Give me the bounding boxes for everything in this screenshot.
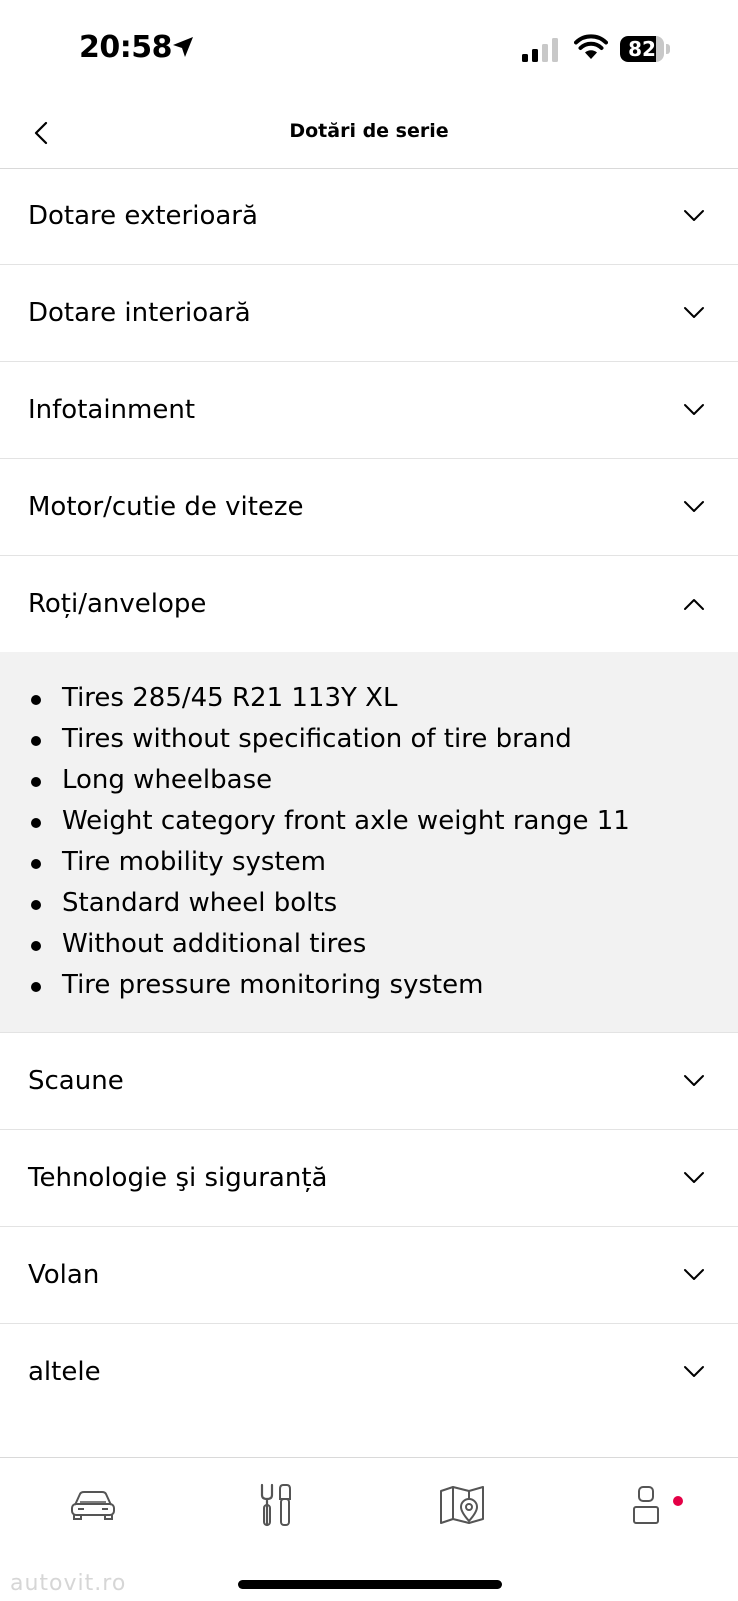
chevron-down-icon [680, 1164, 708, 1192]
home-indicator[interactable] [238, 1580, 502, 1589]
accordion-header-steering[interactable]: Volan [0, 1227, 738, 1323]
list-item: Tire mobility system [0, 842, 738, 883]
battery-indicator: 82 [620, 36, 672, 62]
tab-service[interactable] [246, 1480, 306, 1530]
accordion-label: Volan [28, 1260, 100, 1290]
chevron-down-icon [680, 202, 708, 230]
accordion-item-engine: Motor/cutie de viteze [0, 459, 738, 556]
accordion-label: Dotare exterioară [28, 201, 258, 231]
tools-icon [260, 1483, 291, 1527]
accordion-label: Dotare interioară [28, 298, 251, 328]
accordion-content-wheels: Tires 285/45 R21 113Y XL Tires without s… [0, 652, 738, 1032]
accordion-label: altele [28, 1357, 101, 1387]
status-time: 20:58 [79, 30, 173, 65]
battery-level: 82 [628, 37, 656, 61]
list-item: Tire pressure monitoring system [0, 965, 738, 1006]
list-item: Tires 285/45 R21 113Y XL [0, 678, 738, 719]
page-title: Dotări de serie [289, 120, 449, 142]
list-item: Weight category front axle weight range … [0, 801, 738, 842]
list-item: Tires without specification of tire bran… [0, 719, 738, 760]
accordion-header-infotainment[interactable]: Infotainment [0, 362, 738, 458]
accordion-header-interior[interactable]: Dotare interioară [0, 265, 738, 361]
chevron-down-icon [680, 396, 708, 424]
accordion-item-infotainment: Infotainment [0, 362, 738, 459]
equipment-list: Tires 285/45 R21 113Y XL Tires without s… [0, 678, 738, 1006]
accordion-header-wheels[interactable]: Roți/anvelope [0, 556, 738, 652]
chevron-down-icon [680, 1067, 708, 1095]
profile-icon [633, 1486, 659, 1524]
chevron-down-icon [680, 493, 708, 521]
accordion-header-exterior[interactable]: Dotare exterioară [0, 168, 738, 264]
list-item: Without additional tires [0, 924, 738, 965]
accordion-item-other: altele [0, 1324, 738, 1420]
car-icon [71, 1491, 115, 1520]
chevron-down-icon [680, 299, 708, 327]
tab-map[interactable] [432, 1480, 492, 1530]
tab-profile[interactable] [616, 1480, 676, 1530]
chevron-down-icon [680, 1358, 708, 1386]
accordion-header-engine[interactable]: Motor/cutie de viteze [0, 459, 738, 555]
accordion-label: Motor/cutie de viteze [28, 492, 304, 522]
accordion-item-wheels: Roți/anvelope Tires 285/45 R21 113Y XL T… [0, 556, 738, 1033]
map-icon [440, 1486, 484, 1524]
accordion-label: Scaune [28, 1066, 124, 1096]
bottom-tab-bar: autovit.ro [0, 1457, 738, 1601]
tab-vehicle[interactable] [63, 1480, 123, 1530]
accordion-header-other[interactable]: altele [0, 1324, 738, 1420]
cellular-signal-icon [522, 38, 558, 62]
accordion-header-seats[interactable]: Scaune [0, 1033, 738, 1129]
wifi-icon [574, 34, 608, 59]
accordion-label: Roți/anvelope [28, 589, 207, 619]
accordion-item-interior: Dotare interioară [0, 265, 738, 362]
equipment-accordion: Dotare exterioară Dotare interioară Info… [0, 168, 738, 1420]
accordion-label: Infotainment [28, 395, 196, 425]
location-arrow-icon [173, 37, 193, 57]
notification-dot [673, 1496, 683, 1506]
accordion-item-exterior: Dotare exterioară [0, 168, 738, 265]
list-item: Standard wheel bolts [0, 883, 738, 924]
chevron-up-icon [680, 590, 708, 618]
accordion-header-technology[interactable]: Tehnologie şi siguranță [0, 1130, 738, 1226]
watermark: autovit.ro [10, 1571, 127, 1596]
accordion-label: Tehnologie şi siguranță [28, 1163, 328, 1193]
accordion-item-steering: Volan [0, 1227, 738, 1324]
list-item: Long wheelbase [0, 760, 738, 801]
accordion-item-seats: Scaune [0, 1033, 738, 1130]
chevron-down-icon [680, 1261, 708, 1289]
nav-header: Dotări de serie [0, 100, 738, 169]
battery-cap [666, 44, 670, 54]
accordion-item-technology: Tehnologie şi siguranță [0, 1130, 738, 1227]
status-bar: 20:58 82 [0, 0, 738, 100]
